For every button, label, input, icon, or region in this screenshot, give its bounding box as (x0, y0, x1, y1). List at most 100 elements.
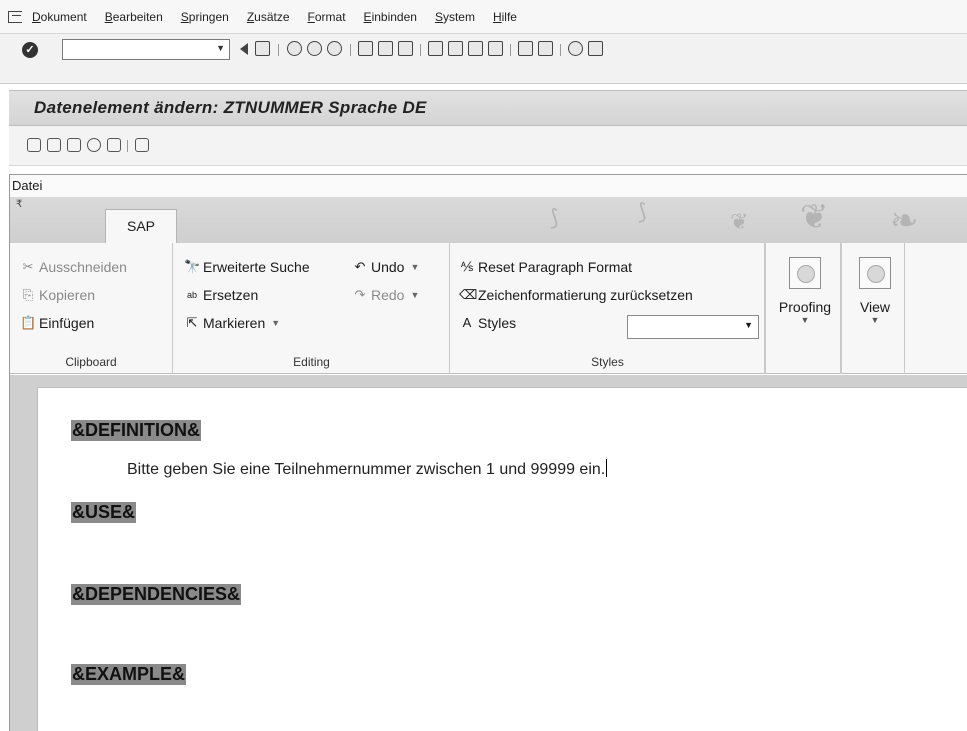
toolbar-separator (127, 140, 128, 152)
command-field[interactable]: ▼ (62, 39, 230, 60)
select-dropdown-icon[interactable]: ▼ (271, 318, 280, 328)
redo-dropdown-icon[interactable]: ▼ (410, 290, 419, 300)
help-icon[interactable] (568, 41, 583, 56)
reset-char-format-button[interactable]: ⌫ Zeichenformatierung zurücksetzen (459, 287, 693, 303)
page-title: Datenelement ändern: ZTNUMMER Sprache DE (34, 98, 427, 117)
layout-icon[interactable] (588, 41, 603, 56)
ribbon: ✂ Ausschneiden ⎘ Kopieren 📋 Einfügen Cli… (10, 243, 967, 374)
undo-button[interactable]: ↶ Undo ▼ (352, 259, 420, 275)
display-change-icon[interactable] (27, 138, 41, 152)
styles-group: ⅍ Reset Paragraph Format ⌫ Zeichenformat… (451, 243, 765, 374)
menu-format[interactable]: Format (308, 10, 346, 24)
text-editor: Datei ₹ SAP ⟆ ⟆ ❦ ❦ ❧ ✂ Ausschneiden ⎘ K… (9, 174, 967, 731)
last-page-icon[interactable] (488, 41, 503, 56)
clipboard-icon: 📋 (20, 315, 37, 330)
proofing-button[interactable]: Proofing ▼ (770, 257, 840, 341)
undo-dropdown-icon[interactable]: ▼ (410, 262, 419, 272)
view-icon (859, 257, 891, 289)
menu-springen[interactable]: Springen (181, 10, 229, 24)
other-object-icon[interactable] (47, 138, 61, 152)
toolbar-separator (350, 44, 351, 56)
menu-dokument[interactable]: Dokument (32, 10, 87, 24)
binoculars-icon: 🔭 (184, 259, 201, 274)
scissors-icon: ✂ (22, 259, 34, 274)
view-dropdown-icon: ▼ (870, 315, 880, 325)
document-area: &DEFINITION& Bitte geben Sie eine Teilne… (10, 375, 967, 731)
view-button[interactable]: View ▼ (840, 257, 910, 341)
cursor-icon: ⇱ (186, 315, 198, 330)
exit-icon[interactable] (8, 10, 22, 23)
find-next-icon[interactable] (398, 41, 413, 56)
text-cursor (606, 459, 608, 477)
styles-button[interactable]: A Styles (459, 315, 516, 331)
paste-label: Einfügen (39, 315, 95, 331)
copy-icon: ⎘ (22, 287, 34, 302)
clipboard-group: ✂ Ausschneiden ⎘ Kopieren 📋 Einfügen Cli… (10, 243, 173, 374)
heading-example: &EXAMPLE& (71, 664, 187, 685)
proofing-dropdown-icon: ▼ (800, 315, 810, 325)
leaf-decoration-icon: ❦ (730, 209, 749, 234)
reset-paragraph-label: Reset Paragraph Format (478, 259, 633, 275)
toolbar-separator (278, 44, 279, 56)
cancel-icon[interactable] (327, 41, 342, 56)
command-dropdown-icon[interactable]: ▼ (216, 43, 225, 53)
editor-file-menu: Datei (10, 175, 967, 197)
ribbon-header: ₹ SAP ⟆ ⟆ ❦ ❦ ❧ (10, 197, 967, 243)
first-page-icon[interactable] (428, 41, 443, 56)
heading-dependencies: &DEPENDENCIES& (71, 584, 242, 605)
menu-bearbeiten[interactable]: Bearbeiten (105, 10, 163, 24)
heading-definition: &DEFINITION& (71, 420, 201, 441)
find-icon[interactable] (378, 41, 393, 56)
redo-icon: ↷ (354, 287, 366, 302)
reset-paragraph-button[interactable]: ⅍ Reset Paragraph Format (459, 259, 632, 275)
exit-session-icon[interactable] (307, 41, 322, 56)
menu-hilfe[interactable]: Hilfe (493, 10, 517, 24)
print-icon[interactable] (358, 41, 373, 56)
activate-icon[interactable] (87, 138, 101, 152)
format-icon[interactable] (135, 138, 149, 152)
standard-toolbar: ✓ ▼ (0, 34, 967, 84)
leaf-decoration-icon: ❦ (800, 198, 829, 236)
file-menu[interactable]: Datei (12, 178, 42, 193)
replace-button[interactable]: ab Ersetzen (184, 287, 258, 303)
quick-access-icon[interactable]: ₹ (16, 199, 22, 210)
definition-text[interactable]: Bitte geben Sie eine Teilnehmernummer zw… (127, 459, 608, 479)
check-icon[interactable] (67, 138, 81, 152)
copy-button[interactable]: ⎘ Kopieren (20, 287, 95, 303)
editing-group: 🔭 Erweiterte Suche ab Ersetzen ⇱ Markier… (174, 243, 450, 374)
styles-dropdown[interactable]: ▼ (627, 315, 759, 339)
proofing-label: Proofing (778, 299, 832, 315)
definition-body: Bitte geben Sie eine Teilnehmernummer zw… (127, 461, 606, 478)
next-page-icon[interactable] (468, 41, 483, 56)
shortcut-icon[interactable] (538, 41, 553, 56)
undo-icon: ↶ (354, 259, 366, 274)
leaf-decoration-icon: ❧ (890, 202, 919, 240)
select-label: Markieren (203, 315, 266, 331)
menu-system[interactable]: System (435, 10, 475, 24)
reset-char-format-label: Zeichenformatierung zurücksetzen (478, 287, 693, 303)
where-used-icon[interactable] (107, 138, 121, 152)
prev-page-icon[interactable] (448, 41, 463, 56)
styles-label: Styles (478, 315, 517, 331)
undo-label: Undo (371, 259, 405, 275)
redo-button[interactable]: ↷ Redo ▼ (352, 287, 420, 303)
back-icon[interactable] (240, 43, 248, 55)
document-page[interactable]: &DEFINITION& Bitte geben Sie eine Teilne… (37, 387, 967, 731)
save-icon[interactable] (255, 41, 270, 56)
application-toolbar (9, 126, 967, 166)
nav-back-icon[interactable] (287, 41, 302, 56)
advanced-search-button[interactable]: 🔭 Erweiterte Suche (184, 259, 310, 275)
select-button[interactable]: ⇱ Markieren ▼ (184, 315, 281, 331)
heading-use: &USE& (71, 502, 137, 523)
menu-zusaetze[interactable]: Zusätze (247, 10, 290, 24)
paragraph-reset-icon: ⅍ (460, 259, 474, 274)
title-bar: Datenelement ändern: ZTNUMMER Sprache DE (9, 90, 967, 126)
tab-sap[interactable]: SAP (105, 209, 177, 243)
cut-button[interactable]: ✂ Ausschneiden (20, 259, 127, 275)
enter-icon[interactable]: ✓ (22, 42, 38, 58)
cut-label: Ausschneiden (39, 259, 127, 275)
new-session-icon[interactable] (518, 41, 533, 56)
menu-einbinden[interactable]: Einbinden (364, 10, 417, 24)
paste-button[interactable]: 📋 Einfügen (20, 315, 94, 331)
proofing-icon (789, 257, 821, 289)
